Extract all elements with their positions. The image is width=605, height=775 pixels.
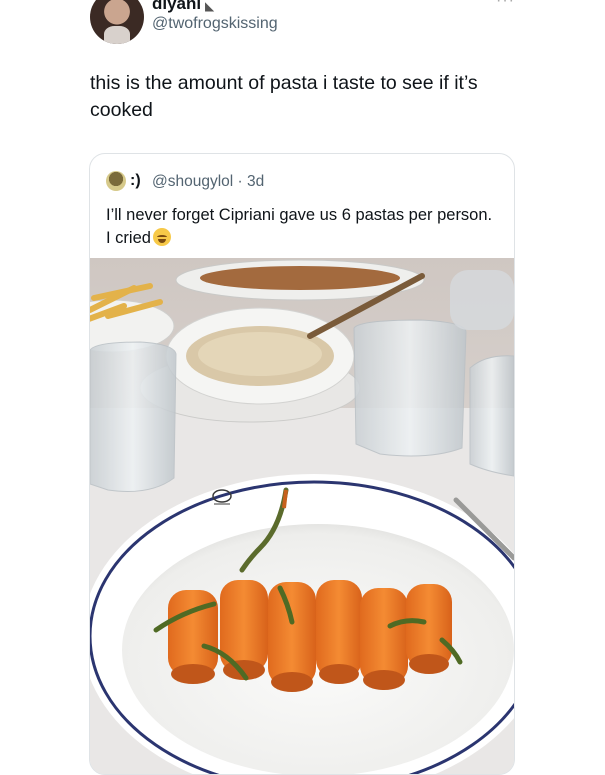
quote-photo[interactable] <box>90 258 514 774</box>
badge-icon: ◣ <box>205 0 215 13</box>
quote-handle[interactable]: @shougylol <box>152 173 233 190</box>
sad-face-emoji-icon <box>152 228 171 246</box>
tweet-text: this is the amount of pasta i taste to s… <box>90 72 478 121</box>
avatar[interactable] <box>90 0 144 44</box>
quote-avatar[interactable] <box>106 171 126 191</box>
user-handle[interactable]: @twofrogskissing <box>152 15 278 33</box>
quote-tweet-card[interactable]: :) @shougylol · 3d I’ll never forget Cip… <box>89 153 515 775</box>
quote-display-name[interactable]: :) <box>130 172 141 190</box>
more-options-icon[interactable]: ··· <box>496 0 515 10</box>
quote-handle-line: @shougylol · 3d <box>152 173 265 190</box>
display-name[interactable]: diyani <box>152 0 201 14</box>
tweet-header: diyani ◣ @twofrogskissing ··· <box>0 0 605 48</box>
quote-text: I’ll never forget Cipriani gave us 6 pas… <box>106 204 496 250</box>
quote-timestamp[interactable]: 3d <box>247 173 264 190</box>
